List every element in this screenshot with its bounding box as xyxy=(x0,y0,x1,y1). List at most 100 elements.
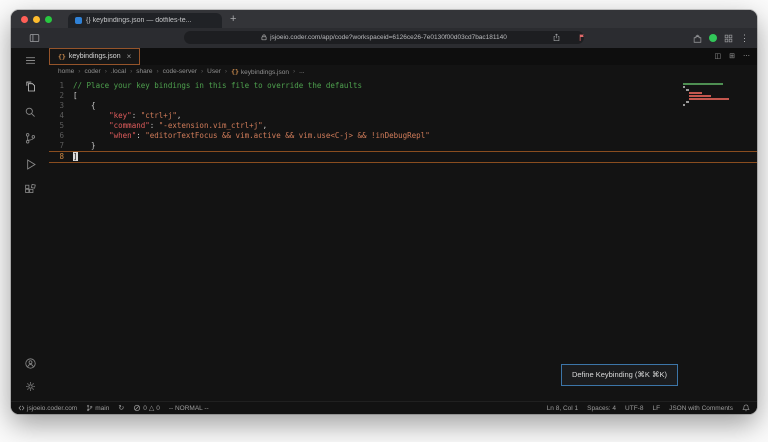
eol-setting[interactable]: LF xyxy=(652,405,660,412)
sidebar-toggle-icon[interactable] xyxy=(29,33,40,43)
vim-block-cursor: ] xyxy=(73,152,78,161)
source-control-icon[interactable] xyxy=(24,132,37,145)
breadcrumb: home › coder › .local › share › code-server › User… xyxy=(49,65,757,78)
run-debug-icon[interactable] xyxy=(24,158,37,171)
breadcrumb-item-code-server[interactable]: code-server xyxy=(163,68,197,75)
code-line-4[interactable]: 4 "key": "ctrl+j", xyxy=(49,111,757,121)
line-content: ] xyxy=(73,152,78,162)
breadcrumb-item-home[interactable]: home xyxy=(58,68,74,75)
breadcrumb-item-coder[interactable]: coder xyxy=(84,68,100,75)
minimap-line xyxy=(683,89,743,91)
search-icon[interactable] xyxy=(24,106,37,119)
code-lines: 1 // Place your key bindings in this file… xyxy=(49,78,757,163)
browser-tab[interactable]: {} keybindings.json — dotfiles-te... xyxy=(68,13,222,28)
browser-window: {} keybindings.json — dotfiles-te... + j… xyxy=(11,10,757,414)
close-window-button[interactable] xyxy=(21,15,28,23)
account-icon[interactable] xyxy=(24,357,37,370)
breadcrumb-item-share[interactable]: share xyxy=(136,68,152,75)
vim-mode-indicator[interactable]: -- NORMAL -- xyxy=(169,405,209,412)
indentation-setting[interactable]: Spaces: 4 xyxy=(587,405,616,412)
breadcrumb-separator: › xyxy=(104,68,107,75)
menu-icon[interactable] xyxy=(24,54,37,67)
line-content: // Place your key bindings in this file … xyxy=(73,81,362,90)
minimap-line xyxy=(683,101,743,103)
layout-icon[interactable]: ⊞ xyxy=(729,53,735,60)
line-number: 6 xyxy=(59,131,64,140)
code-line-6[interactable]: 6 "when": "editorTextFocus && vim.active… xyxy=(49,131,757,141)
minimap-line xyxy=(683,104,743,106)
browser-toolbar: jsjoeio.coder.com/app/code?workspaceid=6… xyxy=(11,28,757,48)
code-line-2[interactable]: 2[ xyxy=(49,91,757,101)
traffic-lights xyxy=(21,15,52,23)
breadcrumb-separator: › xyxy=(224,68,228,75)
browser-titlebar: {} keybindings.json — dotfiles-te... + xyxy=(11,10,757,28)
minimap-line xyxy=(683,83,743,85)
sync-icon: ↻ xyxy=(118,404,125,412)
code-line-7[interactable]: 7 } xyxy=(49,141,757,151)
cursor-position[interactable]: Ln 8, Col 1 xyxy=(547,405,578,412)
editor-tab-keybindings[interactable]: {} keybindings.json × xyxy=(49,48,141,65)
new-tab-button[interactable]: + xyxy=(230,13,236,25)
problems-indicator[interactable]: 0 △ 0 xyxy=(133,404,160,412)
git-branch-indicator[interactable]: main xyxy=(86,404,109,412)
browser-menu-icon[interactable]: ⋮ xyxy=(740,33,749,43)
minimize-window-button[interactable] xyxy=(33,15,40,23)
minimap-line xyxy=(683,86,743,88)
error-icon xyxy=(134,404,141,412)
breadcrumb-separator: › xyxy=(130,68,133,75)
encoding-setting[interactable]: UTF-8 xyxy=(625,405,643,412)
line-number: 3 xyxy=(59,101,64,110)
split-editor-icon[interactable]: ◫ xyxy=(715,53,722,60)
line-number: 8 xyxy=(59,152,64,161)
breadcrumb-separator: › xyxy=(156,68,159,75)
vscode-workbench: {} keybindings.json × ◫ ⊞ ⋯ home › coder ›.… xyxy=(11,48,757,414)
code-line-5[interactable]: 5 "command": "-extension.vim_ctrl+j", xyxy=(49,121,757,131)
branch-icon xyxy=(87,404,93,412)
bell-icon xyxy=(742,404,750,412)
editor-group: {} keybindings.json × ◫ ⊞ ⋯ home › coder ›.… xyxy=(49,48,757,401)
code-line-8[interactable]: 8] xyxy=(49,151,757,163)
explorer-files-icon[interactable] xyxy=(24,80,37,93)
define-keybinding-button[interactable]: Define Keybinding (⌘K ⌘K) xyxy=(560,364,678,386)
editor-tab-label: keybindings.json xyxy=(68,53,121,60)
minimap-line xyxy=(683,98,743,100)
breadcrumb-separator: › xyxy=(78,68,81,75)
flag-icon[interactable] xyxy=(579,33,585,42)
tab-close-icon[interactable]: × xyxy=(127,52,132,61)
json-braces-icon: {} xyxy=(231,67,239,76)
code-line-1[interactable]: 1 // Place your key bindings in this file… xyxy=(49,81,757,91)
browser-tab-title: {} keybindings.json — dotfiles-te... xyxy=(86,17,192,24)
code-editor[interactable]: 1 // Place your key bindings in this file… xyxy=(49,78,757,401)
remote-indicator[interactable]: jsjoeio.coder.com xyxy=(18,404,77,412)
breadcrumb-item--[interactable]: ... xyxy=(299,68,304,75)
address-bar[interactable]: jsjoeio.coder.com/app/code?workspaceid=6… xyxy=(184,31,584,44)
breadcrumb-item--local[interactable]: .local xyxy=(111,68,126,75)
breadcrumb-item-user[interactable]: User xyxy=(207,68,221,75)
sync-button[interactable]: ↻ xyxy=(118,405,124,412)
line-content: "key": "ctrl+j", xyxy=(109,111,182,120)
settings-gear-icon[interactable] xyxy=(24,380,37,393)
minimap-line xyxy=(683,92,743,94)
breadcrumb-item-keybindings-json[interactable]: {} keybindings.json xyxy=(231,68,289,76)
line-number: 2 xyxy=(59,91,64,100)
code-line-3[interactable]: 3 { xyxy=(49,101,757,111)
lock-icon xyxy=(261,34,267,41)
more-actions-icon[interactable]: ⋯ xyxy=(743,53,750,60)
statusbar-right: Ln 8, Col 1 Spaces: 4 UTF-8 LF JSON with… xyxy=(547,404,750,412)
extensions-icon[interactable] xyxy=(24,184,37,197)
activity-bar xyxy=(11,48,49,401)
statusbar-left: jsjoeio.coder.com main ↻ 0 △ 0 -- NORMAL… xyxy=(18,404,209,412)
share-icon[interactable] xyxy=(553,33,560,42)
profile-avatar[interactable] xyxy=(709,34,717,42)
notifications-button[interactable] xyxy=(742,404,750,412)
breadcrumb-separator: › xyxy=(201,68,204,75)
line-content: [ xyxy=(73,91,78,100)
extensions-puzzle-icon[interactable] xyxy=(693,34,702,43)
language-mode[interactable]: JSON with Comments xyxy=(669,405,733,412)
json-braces-icon: {} xyxy=(58,52,66,61)
line-number: 1 xyxy=(59,81,64,90)
minimap[interactable] xyxy=(683,83,743,107)
tab-grid-icon[interactable] xyxy=(724,34,733,43)
line-number: 5 xyxy=(59,121,64,130)
zoom-window-button[interactable] xyxy=(45,15,52,23)
